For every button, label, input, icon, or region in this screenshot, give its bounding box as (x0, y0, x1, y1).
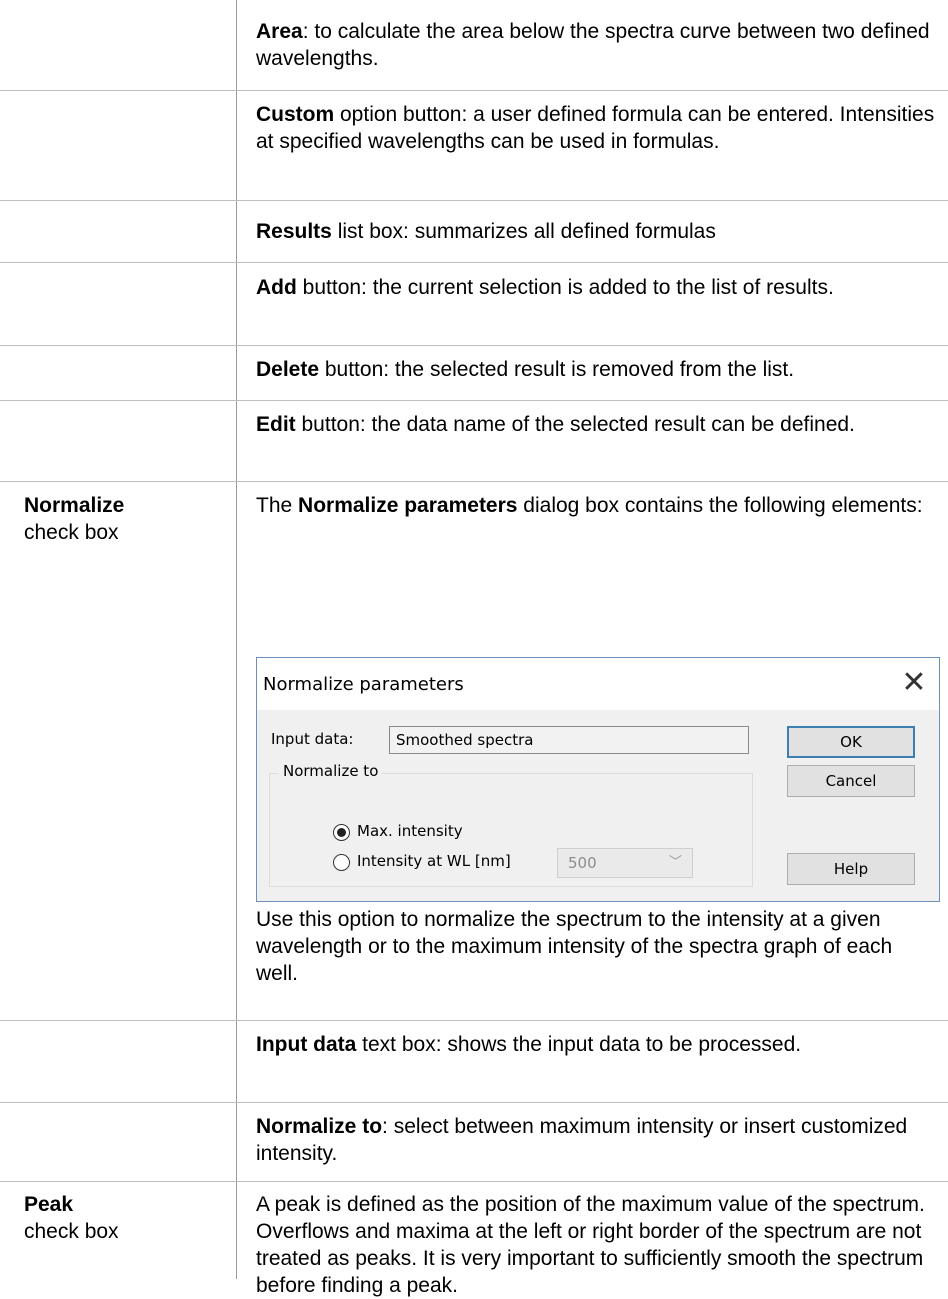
edit-term: Edit (256, 413, 296, 436)
add-term: Add (256, 276, 297, 299)
wavelength-value: 500 (568, 854, 597, 872)
row-divider (0, 1102, 948, 1103)
row-divider (0, 200, 948, 201)
row-divider (0, 481, 948, 482)
peak-term: Peak (24, 1193, 74, 1216)
row-divider (0, 1181, 948, 1182)
delete-term: Delete (256, 358, 320, 381)
normalize-usage-text: Use this option to normalize the spectru… (256, 908, 893, 985)
delete-description: Delete button: the selected result is re… (256, 356, 936, 383)
help-button[interactable]: Help (787, 853, 915, 885)
column-divider (236, 0, 237, 1279)
max-intensity-radio[interactable] (333, 824, 350, 841)
chevron-down-icon: ﹀ (668, 855, 682, 870)
add-description: Add button: the current selection is add… (256, 274, 936, 301)
delete-text: button: the selected result is removed f… (319, 358, 795, 381)
results-text: list box: summarizes all defined formula… (331, 220, 716, 243)
normalize-to-description: Normalize to: select between maximum int… (256, 1113, 936, 1167)
custom-term: Custom (256, 103, 335, 126)
normalize-label: Normalize check box (24, 492, 124, 546)
cancel-button[interactable]: Cancel (787, 765, 915, 797)
wavelength-dropdown[interactable]: 500 ﹀ (557, 848, 693, 878)
intensity-at-wl-radio[interactable] (333, 854, 350, 871)
normalize-intro: The Normalize parameters dialog box cont… (256, 492, 936, 519)
document-page: Area: to calculate the area below the sp… (0, 0, 948, 1297)
input-data-term: Input data (256, 1033, 357, 1056)
row-divider (0, 345, 948, 346)
dialog-body: Input data: Smoothed spectra OK Cancel H… (257, 710, 939, 900)
results-term: Results (256, 220, 332, 243)
edit-text: button: the data name of the selected re… (295, 413, 855, 436)
normalize-to-group-label: Normalize to (279, 762, 383, 780)
results-description: Results list box: summarizes all defined… (256, 218, 936, 245)
normalize-parameters-dialog: Normalize parameters ✕ Input data: Smoot… (256, 657, 940, 902)
custom-text: option button: a user defined formula ca… (256, 103, 935, 153)
input-data-label: Input data: (271, 730, 354, 748)
ok-button[interactable]: OK (787, 726, 915, 758)
normalize-dialog-term: Normalize parameters (298, 494, 518, 517)
normalize-subterm: check box (24, 521, 119, 544)
add-text: button: the current selection is added t… (296, 276, 834, 299)
input-data-field[interactable]: Smoothed spectra (389, 726, 749, 754)
input-data-text: text box: shows the input data to be pro… (356, 1033, 802, 1056)
peak-label: Peak check box (24, 1191, 119, 1245)
area-description: Area: to calculate the area below the sp… (256, 18, 936, 72)
area-term: Area (256, 20, 303, 43)
area-text: : to calculate the area below the spectr… (256, 20, 930, 70)
dialog-title: Normalize parameters (263, 674, 464, 695)
close-icon[interactable]: ✕ (899, 666, 929, 700)
normalize-to-term: Normalize to (256, 1115, 383, 1138)
peak-subterm: check box (24, 1220, 119, 1243)
row-divider (0, 1020, 948, 1021)
max-intensity-label[interactable]: Max. intensity (357, 822, 463, 840)
row-divider (0, 400, 948, 401)
dialog-titlebar: Normalize parameters ✕ (257, 658, 939, 710)
custom-description: Custom option button: a user defined for… (256, 101, 936, 155)
peak-description: A peak is defined as the position of the… (256, 1193, 925, 1297)
intensity-at-wl-label[interactable]: Intensity at WL [nm] (357, 852, 511, 870)
edit-description: Edit button: the data name of the select… (256, 411, 936, 438)
row-divider (0, 90, 948, 91)
normalize-intro-text: dialog box contains the following elemen… (517, 494, 923, 517)
row-divider (0, 262, 948, 263)
input-data-description: Input data text box: shows the input dat… (256, 1031, 936, 1058)
normalize-intro-pre: The (256, 494, 299, 517)
normalize-term: Normalize (24, 494, 125, 517)
